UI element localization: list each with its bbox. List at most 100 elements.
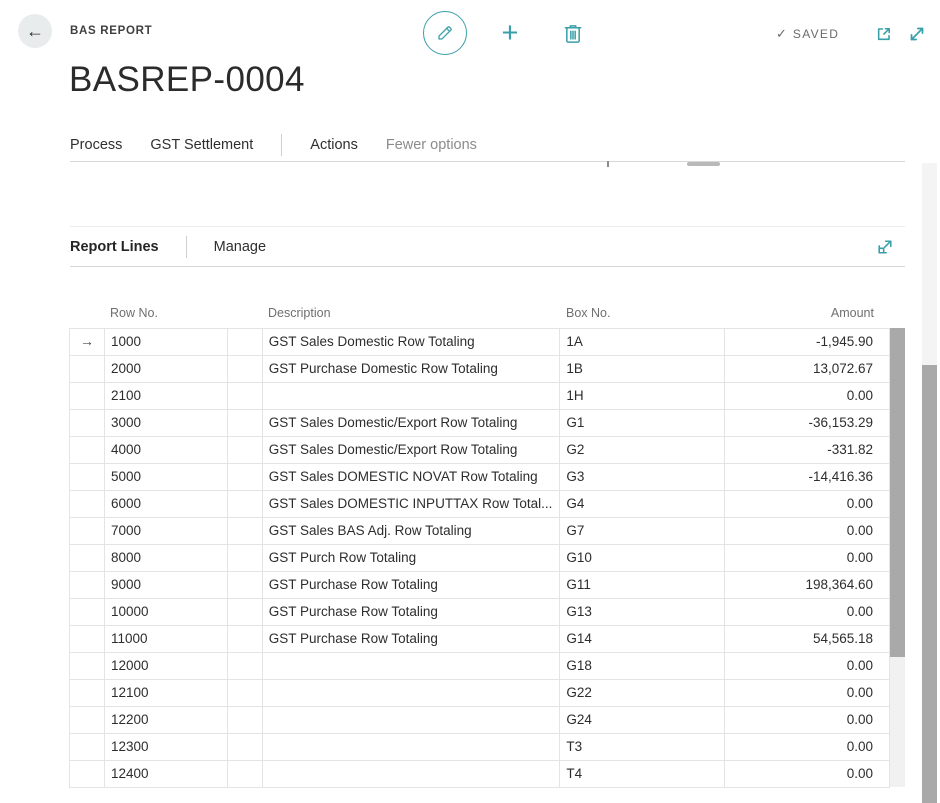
cell-description[interactable]: GST Purch Row Totaling: [263, 545, 561, 571]
cell-row-no[interactable]: 8000: [105, 545, 228, 571]
cell-row-no[interactable]: 11000: [105, 626, 228, 652]
cell-row-no[interactable]: 4000: [105, 437, 228, 463]
cell-row-no[interactable]: 12400: [105, 761, 228, 787]
cell-row-no[interactable]: 10000: [105, 599, 228, 625]
row-selector-cell[interactable]: [70, 356, 105, 382]
table-scrollbar-thumb[interactable]: [890, 328, 905, 657]
cell-box-no[interactable]: G13: [560, 599, 725, 625]
row-selector-cell[interactable]: [70, 707, 105, 733]
row-selector-cell[interactable]: [70, 491, 105, 517]
table-row[interactable]: 12100 G220.00: [70, 680, 890, 707]
cell-row-no[interactable]: 12000: [105, 653, 228, 679]
table-row[interactable]: →1000 GST Sales Domestic Row Totaling1A-1…: [70, 329, 890, 356]
cell-amount[interactable]: 0.00: [725, 491, 890, 517]
cell-description[interactable]: GST Purchase Row Totaling: [263, 599, 561, 625]
cell-description[interactable]: GST Sales Domestic/Export Row Totaling: [263, 410, 561, 436]
cell-amount[interactable]: 0.00: [725, 383, 890, 409]
row-selector-cell[interactable]: [70, 626, 105, 652]
cell-description[interactable]: [263, 707, 561, 733]
cell-description[interactable]: GST Sales Domestic Row Totaling: [263, 329, 561, 355]
cell-description[interactable]: [263, 653, 561, 679]
cell-description[interactable]: GST Sales BAS Adj. Row Totaling: [263, 518, 561, 544]
cell-row-no[interactable]: 12300: [105, 734, 228, 760]
cell-row-no[interactable]: 9000: [105, 572, 228, 598]
cell-row-no[interactable]: 2000: [105, 356, 228, 382]
cell-row-no[interactable]: 6000: [105, 491, 228, 517]
cell-box-no[interactable]: G2: [560, 437, 725, 463]
cell-box-no[interactable]: G10: [560, 545, 725, 571]
cell-description[interactable]: GST Sales DOMESTIC INPUTTAX Row Total...: [263, 491, 561, 517]
page-scrollbar-thumb[interactable]: [922, 365, 937, 803]
cell-box-no[interactable]: 1B: [560, 356, 725, 382]
row-selector-cell[interactable]: [70, 545, 105, 571]
cell-amount[interactable]: -36,153.29: [725, 410, 890, 436]
row-selector-arrow[interactable]: →: [70, 329, 105, 355]
cell-row-no[interactable]: 3000: [105, 410, 228, 436]
column-header-amount[interactable]: Amount: [725, 306, 890, 320]
table-row[interactable]: 12200G240.00: [70, 707, 890, 734]
cell-box-no[interactable]: G22: [560, 680, 725, 706]
cell-box-no[interactable]: G11: [560, 572, 725, 598]
cell-description[interactable]: GST Sales Domestic/Export Row Totaling: [263, 437, 561, 463]
cell-amount[interactable]: -14,416.36: [725, 464, 890, 490]
cell-box-no[interactable]: T3: [560, 734, 725, 760]
cell-amount[interactable]: 198,364.60: [725, 572, 890, 598]
cell-amount[interactable]: 0.00: [725, 680, 890, 706]
cell-box-no[interactable]: G7: [560, 518, 725, 544]
cell-description[interactable]: [263, 761, 561, 787]
column-header-description[interactable]: Description: [262, 306, 560, 320]
cell-amount[interactable]: 0.00: [725, 518, 890, 544]
cell-description[interactable]: [263, 680, 561, 706]
table-row[interactable]: 12000G180.00: [70, 653, 890, 680]
cell-box-no[interactable]: T4: [560, 761, 725, 787]
manage-menu[interactable]: Manage: [214, 239, 266, 255]
menu-gst-settlement[interactable]: GST Settlement: [150, 137, 253, 153]
menu-actions[interactable]: Actions: [310, 137, 358, 153]
row-selector-cell[interactable]: [70, 599, 105, 625]
expand-button[interactable]: [906, 22, 930, 46]
new-button[interactable]: +: [494, 15, 526, 51]
table-row[interactable]: 8000 GST Purch Row TotalingG100.00: [70, 545, 890, 572]
cell-description[interactable]: GST Purchase Row Totaling: [263, 626, 561, 652]
table-scrollbar[interactable]: [890, 328, 905, 787]
row-selector-cell[interactable]: [70, 383, 105, 409]
cell-row-no[interactable]: 1000: [105, 329, 228, 355]
cell-row-no[interactable]: 12100: [105, 680, 228, 706]
table-row[interactable]: 11000GST Purchase Row TotalingG1454,565.…: [70, 626, 890, 653]
table-row[interactable]: 10000 GST Purchase Row TotalingG130.00: [70, 599, 890, 626]
cell-amount[interactable]: 0.00: [725, 734, 890, 760]
back-button[interactable]: ←: [18, 14, 52, 48]
table-row[interactable]: 9000 GST Purchase Row TotalingG11198,364.…: [70, 572, 890, 599]
table-row[interactable]: 4000 GST Sales Domestic/Export Row Totali…: [70, 437, 890, 464]
row-selector-cell[interactable]: [70, 518, 105, 544]
cell-amount[interactable]: 0.00: [725, 599, 890, 625]
row-selector-cell[interactable]: [70, 734, 105, 760]
delete-button[interactable]: [560, 20, 588, 48]
cell-box-no[interactable]: 1A: [560, 329, 725, 355]
cell-amount[interactable]: 0.00: [725, 707, 890, 733]
row-selector-cell[interactable]: [70, 464, 105, 490]
open-lines-page-button[interactable]: [875, 236, 897, 258]
menu-process[interactable]: Process: [70, 137, 122, 153]
cell-row-no[interactable]: 5000: [105, 464, 228, 490]
column-header-row-no[interactable]: Row No.: [104, 306, 227, 320]
cell-amount[interactable]: 0.00: [725, 653, 890, 679]
row-selector-cell[interactable]: [70, 761, 105, 787]
table-row[interactable]: 12300 T30.00: [70, 734, 890, 761]
cell-amount[interactable]: -1,945.90: [725, 329, 890, 355]
cell-description[interactable]: GST Purchase Row Totaling: [263, 572, 561, 598]
column-header-box-no[interactable]: Box No.: [560, 306, 725, 320]
row-selector-cell[interactable]: [70, 572, 105, 598]
cell-row-no[interactable]: 7000: [105, 518, 228, 544]
open-in-window-button[interactable]: [874, 23, 896, 45]
cell-amount[interactable]: -331.82: [725, 437, 890, 463]
table-row[interactable]: 6000 GST Sales DOMESTIC INPUTTAX Row Tota…: [70, 491, 890, 518]
cell-box-no[interactable]: 1H: [560, 383, 725, 409]
edit-button[interactable]: [423, 11, 467, 55]
row-selector-cell[interactable]: [70, 680, 105, 706]
cell-description[interactable]: GST Purchase Domestic Row Totaling: [263, 356, 561, 382]
cell-amount[interactable]: 0.00: [725, 761, 890, 787]
cell-row-no[interactable]: 12200: [105, 707, 228, 733]
table-row[interactable]: 12400 T40.00: [70, 761, 890, 788]
cell-amount[interactable]: 0.00: [725, 545, 890, 571]
